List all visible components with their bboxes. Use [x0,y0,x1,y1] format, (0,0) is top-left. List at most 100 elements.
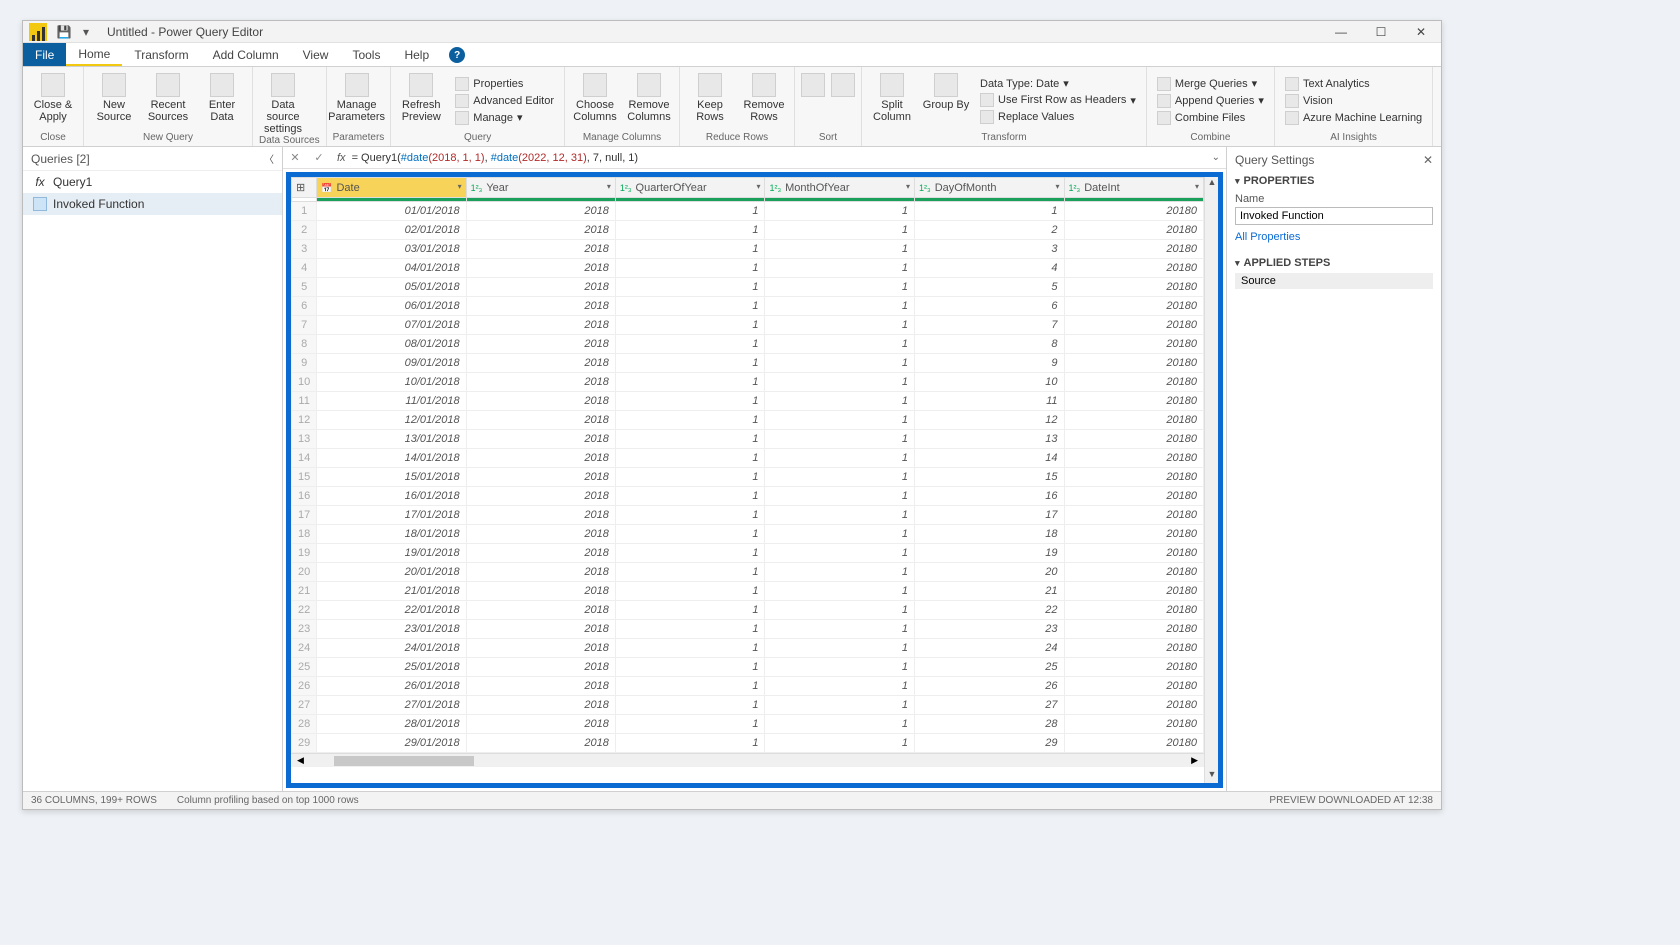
applied-steps-section[interactable]: APPLIED STEPS [1235,257,1433,269]
table-row[interactable]: 2424/01/20182018112420180 [292,639,1204,658]
table-row[interactable]: 2626/01/20182018112620180 [292,677,1204,696]
table-row[interactable]: 2222/01/20182018112220180 [292,601,1204,620]
data-source-settings-button[interactable]: Data source settings [259,69,307,135]
col-quarter[interactable]: 1²₃QuarterOfYear▾ [615,178,765,198]
minimize-button[interactable]: — [1321,21,1361,43]
refresh-preview-button[interactable]: Refresh Preview [397,69,445,132]
choose-columns-button[interactable]: Choose Columns [571,69,619,132]
remove-columns-button[interactable]: Remove Columns [625,69,673,132]
formula-commit-icon[interactable]: ✓ [307,151,331,164]
table-row[interactable]: 707/01/2018201811720180 [292,316,1204,335]
table-row[interactable]: 1818/01/20182018111820180 [292,525,1204,544]
qat-dropdown-icon[interactable]: ▾ [75,21,97,43]
col-month[interactable]: 1²₃MonthOfYear▾ [765,178,915,198]
close-apply-button[interactable]: Close & Apply [29,69,77,132]
formula-expand-icon[interactable]: ⌄ [1212,152,1220,163]
table-row[interactable]: 303/01/2018201811320180 [292,240,1204,259]
filter-dropdown-icon[interactable]: ▾ [756,182,760,191]
sort-asc-button[interactable] [801,69,825,132]
text-analytics-button[interactable]: Text Analytics [1281,76,1426,92]
sort-desc-button[interactable] [831,69,855,132]
close-window-button[interactable]: ✕ [1401,21,1441,43]
table-row[interactable]: 404/01/2018201811420180 [292,259,1204,278]
properties-button[interactable]: Properties [451,76,558,92]
filter-dropdown-icon[interactable]: ▾ [1056,182,1060,191]
row-index-header[interactable]: ⊞ [292,178,317,198]
vertical-scrollbar[interactable]: ▲▼ [1204,177,1218,783]
keep-rows-button[interactable]: Keep Rows [686,69,734,132]
remove-rows-button[interactable]: Remove Rows [740,69,788,132]
maximize-button[interactable]: ☐ [1361,21,1401,43]
manage-query-button[interactable]: Manage ▾ [451,110,558,126]
table-row[interactable]: 505/01/2018201811520180 [292,278,1204,297]
table-row[interactable]: 2929/01/20182018112920180 [292,734,1204,753]
merge-queries-button[interactable]: Merge Queries ▾ [1153,76,1268,92]
table-row[interactable]: 2828/01/20182018112820180 [292,715,1204,734]
enter-data-button[interactable]: Enter Data [198,69,246,132]
group-by-button[interactable]: Group By [922,69,970,132]
query-item-invoked-function[interactable]: Invoked Function [23,193,282,215]
table-row[interactable]: 2525/01/20182018112520180 [292,658,1204,677]
recent-sources-button[interactable]: Recent Sources [144,69,192,132]
manage-parameters-button[interactable]: Manage Parameters [333,69,381,132]
group-combine: Combine [1153,132,1268,146]
vision-button[interactable]: Vision [1281,93,1426,109]
data-grid[interactable]: ⊞ 📅Date▾ 1²₃Year▾ 1²₃QuarterOfYear▾ 1²₃M… [291,177,1204,783]
tab-tools[interactable]: Tools [340,43,392,66]
col-date[interactable]: 📅Date▾ [317,178,466,198]
tab-view[interactable]: View [291,43,341,66]
formula-text[interactable]: = Query1(#date(2018, 1, 1), #date(2022, … [352,151,639,164]
table-row[interactable]: 1212/01/20182018111220180 [292,411,1204,430]
append-queries-button[interactable]: Append Queries ▾ [1153,93,1268,109]
table-row[interactable]: 1414/01/20182018111420180 [292,449,1204,468]
col-day[interactable]: 1²₃DayOfMonth▾ [915,178,1065,198]
filter-dropdown-icon[interactable]: ▾ [458,182,462,191]
split-column-button[interactable]: Split Column [868,69,916,132]
queries-header[interactable]: Queries [2]〈 [23,147,282,171]
table-row[interactable]: 202/01/2018201811220180 [292,221,1204,240]
table-row[interactable]: 2121/01/20182018112120180 [292,582,1204,601]
first-row-headers-button[interactable]: Use First Row as Headers ▾ [976,92,1140,108]
formula-cancel-icon[interactable]: ✕ [283,151,307,164]
filter-dropdown-icon[interactable]: ▾ [1195,182,1199,191]
table-row[interactable]: 909/01/2018201811920180 [292,354,1204,373]
tab-help[interactable]: Help [392,43,441,66]
data-type-button[interactable]: Data Type: Date ▾ [976,76,1140,91]
azure-ml-button[interactable]: Azure Machine Learning [1281,110,1426,126]
filter-dropdown-icon[interactable]: ▾ [906,182,910,191]
combine-files-button[interactable]: Combine Files [1153,110,1268,126]
table-row[interactable]: 101/01/2018201811120180 [292,202,1204,221]
table-row[interactable]: 1313/01/20182018111320180 [292,430,1204,449]
table-row[interactable]: 1919/01/20182018111920180 [292,544,1204,563]
table-row[interactable]: 1010/01/20182018111020180 [292,373,1204,392]
table-row[interactable]: 2727/01/20182018112720180 [292,696,1204,715]
new-source-button[interactable]: New Source [90,69,138,132]
all-properties-link[interactable]: All Properties [1235,231,1433,243]
tab-file[interactable]: File [23,43,66,66]
filter-dropdown-icon[interactable]: ▾ [607,182,611,191]
query-name-input[interactable] [1235,207,1433,225]
col-dateint[interactable]: 1²₃DateInt▾ [1064,178,1203,198]
table-row[interactable]: 1515/01/20182018111520180 [292,468,1204,487]
col-year[interactable]: 1²₃Year▾ [466,178,615,198]
horizontal-scrollbar[interactable]: ◀▶ [291,753,1204,767]
close-settings-icon[interactable]: ✕ [1423,153,1433,167]
table-row[interactable]: 1111/01/20182018111120180 [292,392,1204,411]
tab-home[interactable]: Home [66,43,122,66]
properties-section[interactable]: PROPERTIES [1235,175,1433,187]
query-item-query1[interactable]: fxQuery1 [23,171,282,193]
advanced-editor-button[interactable]: Advanced Editor [451,93,558,109]
table-row[interactable]: 808/01/2018201811820180 [292,335,1204,354]
qat-save-icon[interactable]: 💾 [53,21,75,43]
table-row[interactable]: 2020/01/20182018112020180 [292,563,1204,582]
tab-add-column[interactable]: Add Column [201,43,291,66]
replace-values-button[interactable]: Replace Values [976,109,1140,125]
table-row[interactable]: 1616/01/20182018111620180 [292,487,1204,506]
step-source[interactable]: Source [1235,273,1433,289]
tab-transform[interactable]: Transform [122,43,200,66]
table-row[interactable]: 1717/01/20182018111720180 [292,506,1204,525]
collapse-queries-icon[interactable]: 〈 [264,151,274,166]
table-row[interactable]: 606/01/2018201811620180 [292,297,1204,316]
table-row[interactable]: 2323/01/20182018112320180 [292,620,1204,639]
help-icon[interactable]: ? [449,47,465,63]
